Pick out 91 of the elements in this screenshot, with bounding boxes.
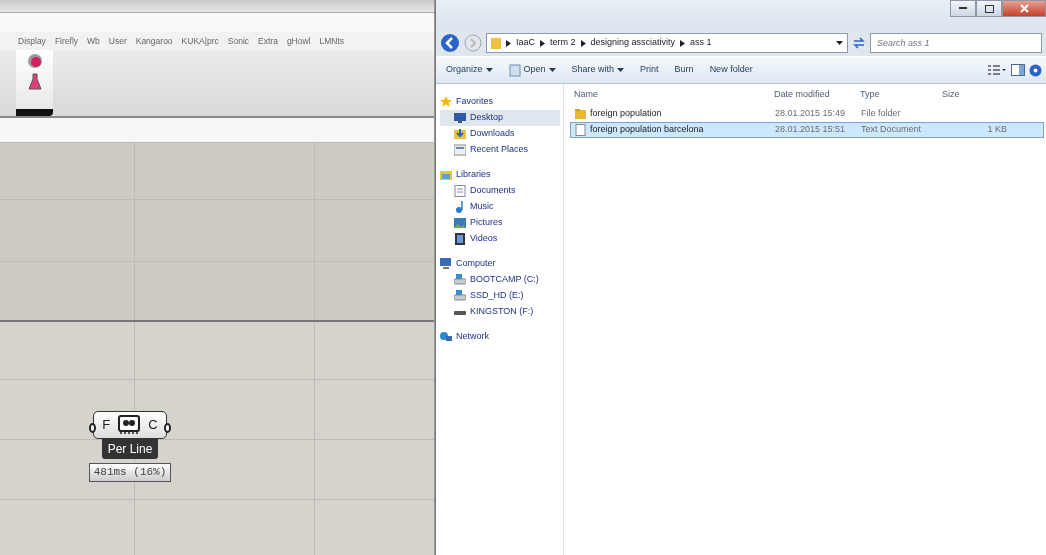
table-cell-text: 28.01.2015 15:49: [774, 107, 847, 121]
folder-icon: [491, 37, 501, 49]
folder-icon: [454, 128, 466, 140]
folder-icon: [440, 169, 452, 181]
nav-item[interactable]: SSD_HD (E:): [440, 288, 560, 304]
file-name: foreign population: [590, 107, 662, 121]
flask-icon[interactable]: [27, 73, 42, 90]
table-cell-text: Text Document: [860, 123, 923, 137]
chevron-icon[interactable]: [680, 39, 686, 47]
preview-pane-icon[interactable]: [1010, 64, 1025, 76]
document-icon: [575, 124, 586, 136]
help-icon[interactable]: [1029, 63, 1042, 77]
nav-item[interactable]: Recent Places: [440, 142, 560, 158]
ribbon-tab[interactable]: LMNts: [319, 34, 345, 48]
nav-item[interactable]: BOOTCAMP (C:): [440, 272, 560, 288]
toolbar-button[interactable]: Open: [502, 61, 562, 79]
star-icon: [440, 96, 452, 108]
document-icon: [508, 63, 521, 77]
drive-icon: [454, 290, 466, 302]
ribbon-tab[interactable]: Sonic: [227, 34, 250, 48]
caret-icon: [617, 68, 625, 72]
ribbon-tab[interactable]: Kangaroo: [135, 34, 173, 48]
toolbar-button[interactable]: Organize: [440, 61, 499, 79]
nav-group[interactable]: Favorites: [440, 94, 563, 110]
minimize-icon: [959, 7, 967, 10]
close-icon: [1019, 4, 1029, 13]
nav-item[interactable]: Downloads: [440, 126, 560, 142]
toolbar-button[interactable]: New folder: [703, 61, 759, 79]
file-row[interactable]: foreign population barcelona 28.01.2015 15:51 Text Document 1 KB: [570, 122, 1044, 138]
nav-item[interactable]: Pictures: [440, 215, 560, 231]
maximize-button[interactable]: [976, 0, 1002, 17]
search-field[interactable]: Search ass 1: [870, 33, 1042, 53]
document-icon: [454, 185, 466, 197]
sphere-icon[interactable]: [26, 53, 43, 69]
table-cell-text: 1 KB: [986, 123, 1008, 137]
column-header[interactable]: Size: [938, 88, 1010, 102]
monitor-icon: [440, 258, 452, 270]
timing-label: 481ms (16%): [88, 463, 172, 482]
caret-icon: [485, 68, 493, 72]
ribbon-tab[interactable]: Display: [18, 34, 46, 48]
music-note-icon: [454, 201, 466, 213]
nav-group[interactable]: Computer: [440, 256, 563, 272]
column-header[interactable]: Date modified: [770, 88, 856, 102]
close-button[interactable]: [1002, 0, 1046, 17]
chevron-icon[interactable]: [540, 39, 545, 47]
toolbar-button[interactable]: Burn: [668, 61, 700, 79]
column-header[interactable]: Name: [570, 88, 770, 102]
component-name: Per Line: [101, 439, 159, 459]
table-cell-text: File folder: [860, 107, 902, 121]
view-options-icon[interactable]: [988, 64, 1006, 76]
robot-face-icon: [118, 415, 141, 435]
chevron-icon[interactable]: [580, 39, 586, 47]
ribbon-tab[interactable]: Extra: [258, 34, 278, 48]
column-header[interactable]: Type: [856, 88, 938, 102]
address-bar[interactable]: IaaC term 2 designing assciativity ass 1: [486, 33, 848, 53]
back-icon[interactable]: [440, 33, 460, 53]
window-icon: [454, 144, 466, 156]
breadcrumb-item[interactable]: IaaC: [516, 36, 535, 50]
image-icon: [454, 217, 466, 229]
ribbon-tab[interactable]: Firefly: [54, 34, 78, 48]
film-icon: [454, 233, 466, 245]
nav-item[interactable]: Desktop: [440, 110, 560, 126]
ribbon-tab[interactable]: gHowl: [286, 34, 311, 48]
output-label: C: [148, 416, 158, 435]
ribbon-tab[interactable]: Wb: [87, 34, 100, 48]
folder-icon: [575, 108, 586, 120]
refresh-icon[interactable]: [852, 36, 866, 50]
ribbon-tab[interactable]: KUKA|prc: [181, 34, 219, 48]
maximize-icon: [984, 4, 994, 13]
drive-icon: [454, 274, 466, 286]
nav-group[interactable]: Libraries: [440, 167, 563, 183]
toolbar-button[interactable]: Share with: [565, 61, 631, 79]
nav-item[interactable]: Music: [440, 199, 560, 215]
monitor-icon: [454, 112, 466, 124]
breadcrumb-item[interactable]: term 2: [550, 36, 576, 50]
nav-item[interactable]: Documents: [440, 183, 560, 199]
caret-icon: [548, 68, 556, 72]
toolbar-button[interactable]: Print: [634, 61, 665, 79]
breadcrumb-item[interactable]: designing assciativity: [590, 36, 676, 50]
chevron-icon[interactable]: [506, 39, 511, 47]
globe-icon: [440, 331, 452, 343]
ribbon-tab[interactable]: User: [108, 34, 127, 48]
nav-group[interactable]: Network: [440, 329, 563, 345]
breadcrumb-item[interactable]: ass 1: [690, 36, 712, 50]
file-name: foreign population barcelona: [590, 123, 704, 137]
nav-item[interactable]: Videos: [440, 231, 560, 247]
input-label: F: [102, 416, 111, 435]
nav-item[interactable]: KINGSTON (F:): [440, 304, 560, 320]
file-row[interactable]: foreign population 28.01.2015 15:49 File folder: [570, 106, 1044, 122]
table-cell-text: 28.01.2015 15:51: [774, 123, 847, 137]
minimize-button[interactable]: [950, 0, 976, 17]
